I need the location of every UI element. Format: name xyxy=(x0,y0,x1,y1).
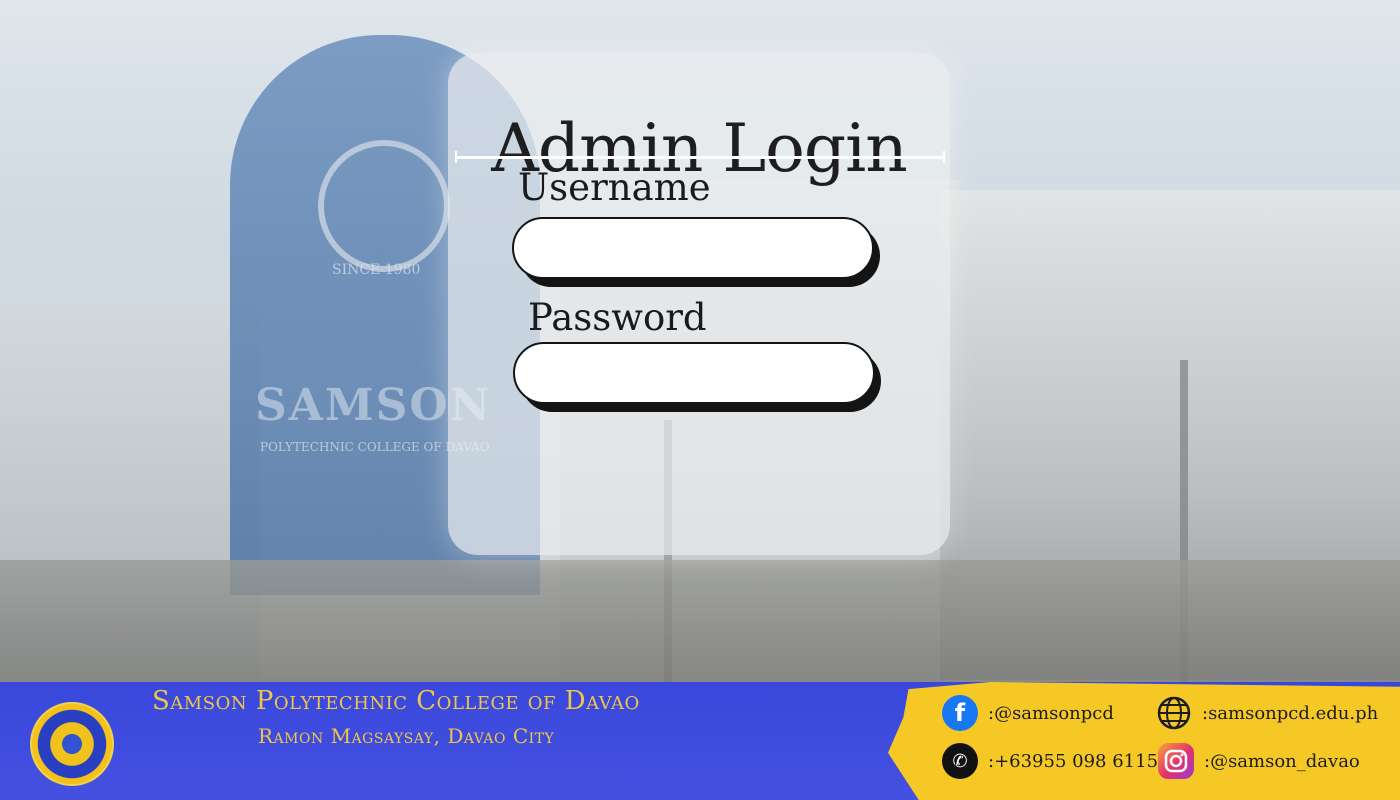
phone-number: :+63955 098 6115 xyxy=(988,750,1159,772)
college-logo xyxy=(30,702,114,786)
website-url: :samsonpcd.edu.ph xyxy=(1202,702,1379,724)
college-address: Ramon Magsaysay, Davao City xyxy=(258,724,555,748)
username-input[interactable] xyxy=(512,217,874,279)
username-field-wrapper xyxy=(512,217,880,287)
facebook-icon: f xyxy=(942,695,978,731)
contact-phone[interactable]: ✆ :+63955 098 6115 xyxy=(942,743,1158,779)
background-seal xyxy=(318,140,450,272)
instagram-handle: :@samson_davao xyxy=(1204,750,1360,772)
title-divider xyxy=(455,151,945,163)
college-logo-center xyxy=(60,732,84,756)
contact-website[interactable]: :samsonpcd.edu.ph xyxy=(1156,695,1378,731)
instagram-icon-svg xyxy=(1164,749,1188,773)
globe-icon xyxy=(1156,695,1192,731)
background-street xyxy=(0,560,1400,682)
contact-facebook[interactable]: f :@samsonpcd xyxy=(942,695,1114,731)
instagram-icon xyxy=(1158,743,1194,779)
phone-icon: ✆ xyxy=(942,743,978,779)
facebook-handle: :@samsonpcd xyxy=(988,702,1114,724)
password-label: Password xyxy=(528,296,707,339)
password-field-wrapper xyxy=(513,342,881,412)
globe-icon-svg xyxy=(1157,696,1191,730)
username-label: Username xyxy=(518,166,711,209)
contact-instagram[interactable]: :@samson_davao xyxy=(1158,743,1360,779)
password-input[interactable] xyxy=(513,342,875,404)
background-since-text: SINCE 1980 xyxy=(332,262,421,278)
college-name: Samson Polytechnic College of Davao xyxy=(152,686,640,716)
footer-bar: Samson Polytechnic College of Davao Ramo… xyxy=(0,682,1400,800)
